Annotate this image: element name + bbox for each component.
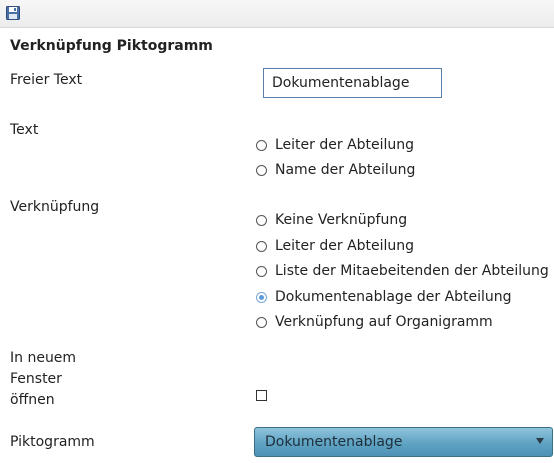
neues-fenster-checkbox[interactable] <box>256 390 267 401</box>
radio-button[interactable] <box>256 316 267 328</box>
radio-button-checked[interactable] <box>256 291 267 303</box>
text-option-name[interactable]: Name der Abteilung <box>256 160 415 180</box>
radio-button[interactable] <box>256 240 267 252</box>
radio-label: Liste der Mitaebeitenden der Abteilung <box>275 263 549 279</box>
radio-label: Dokumentenablage der Abteilung <box>275 289 512 305</box>
neues-fenster-label-line2: Fenster <box>10 371 62 387</box>
piktogramm-selected-value: Dokumentenablage <box>265 434 403 450</box>
radio-button[interactable] <box>256 164 267 176</box>
piktogramm-select[interactable]: Dokumentenablage <box>254 427 553 457</box>
verknuepfung-option-organigramm[interactable]: Verknüpfung auf Organigramm <box>256 312 493 332</box>
text-option-leiter[interactable]: Leiter der Abteilung <box>256 135 414 155</box>
radio-button[interactable] <box>256 265 267 277</box>
toolbar <box>0 0 554 28</box>
radio-label: Name der Abteilung <box>275 162 416 178</box>
text-label: Text <box>10 122 39 138</box>
radio-button[interactable] <box>256 139 267 151</box>
floppy-disk-icon <box>6 6 20 20</box>
piktogramm-label: Piktogramm <box>10 434 95 450</box>
radio-label: Leiter der Abteilung <box>275 238 415 254</box>
verknuepfung-option-keine[interactable]: Keine Verknüpfung <box>256 210 407 230</box>
radio-label: Verknüpfung auf Organigramm <box>275 314 493 330</box>
chevron-down-icon <box>536 438 544 444</box>
verknuepfung-option-leiter[interactable]: Leiter der Abteilung <box>256 236 414 256</box>
neues-fenster-label-line1: In neuem <box>10 350 77 366</box>
radio-label: Keine Verknüpfung <box>275 212 408 228</box>
verknuepfung-option-liste[interactable]: Liste der Mitaebeitenden der Abteilung <box>256 261 549 281</box>
freier-text-input[interactable] <box>263 68 442 98</box>
verknuepfung-option-dokumentenablage[interactable]: Dokumentenablage der Abteilung <box>256 287 512 307</box>
section-title: Verknüpfung Piktogramm <box>10 38 213 54</box>
save-button[interactable] <box>4 4 22 22</box>
neues-fenster-label-line3: öffnen <box>10 392 55 408</box>
radio-button[interactable] <box>256 214 267 226</box>
neues-fenster-label: In neuem Fenster öffnen <box>10 348 90 411</box>
radio-label: Leiter der Abteilung <box>275 137 415 153</box>
verknuepfung-label: Verknüpfung <box>10 199 100 215</box>
freier-text-label: Freier Text <box>10 72 83 88</box>
